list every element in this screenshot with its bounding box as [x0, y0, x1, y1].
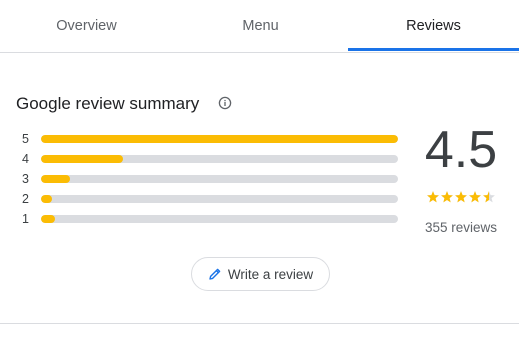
rating-bar-row[interactable]: 2 [22, 193, 402, 213]
rating-bar-row[interactable]: 4 [22, 153, 402, 173]
rating-bar-track [41, 215, 398, 223]
star-filled-icon [441, 191, 453, 203]
rating-bar-track [41, 195, 398, 203]
rating-bar-fill [41, 135, 398, 143]
rating-bar-track [41, 155, 398, 163]
star-filled-icon [455, 191, 467, 203]
star-rating [427, 191, 495, 203]
tab-reviews[interactable]: Reviews [348, 0, 519, 52]
star-count-label: 1 [22, 212, 29, 226]
active-tab-indicator [348, 48, 519, 51]
section-divider [0, 323, 519, 324]
tab-overview[interactable]: Overview [0, 0, 173, 52]
rating-bar-row[interactable]: 3 [22, 173, 402, 193]
reviews-count-link[interactable]: 355 reviews [414, 220, 508, 235]
rating-bar-fill [41, 215, 56, 223]
tab-bar: Overview Menu Reviews [0, 0, 519, 53]
star-filled-icon [427, 191, 439, 203]
rating-bar-track [41, 135, 398, 143]
rating-bar-track [41, 175, 398, 183]
star-count-label: 3 [22, 172, 29, 186]
write-review-label: Write a review [227, 266, 314, 282]
average-rating: 4.5 [424, 121, 498, 179]
star-filled-icon [469, 191, 481, 203]
tab-menu[interactable]: Menu [173, 0, 348, 52]
info-icon[interactable] [218, 96, 232, 110]
rating-distribution: 5 4 3 2 1 [22, 133, 402, 233]
review-summary-title: Google review summary [16, 94, 200, 113]
rating-bar-row[interactable]: 1 [22, 213, 402, 233]
rating-bar-fill [41, 195, 52, 203]
rating-bar-fill [41, 175, 70, 183]
star-count-label: 2 [22, 192, 29, 206]
write-review-button[interactable]: Write a review [191, 257, 330, 291]
star-count-label: 4 [22, 152, 29, 166]
pencil-icon [209, 268, 221, 280]
rating-bar-fill [41, 155, 124, 163]
star-count-label: 5 [22, 132, 29, 146]
rating-bar-row[interactable]: 5 [22, 133, 402, 153]
